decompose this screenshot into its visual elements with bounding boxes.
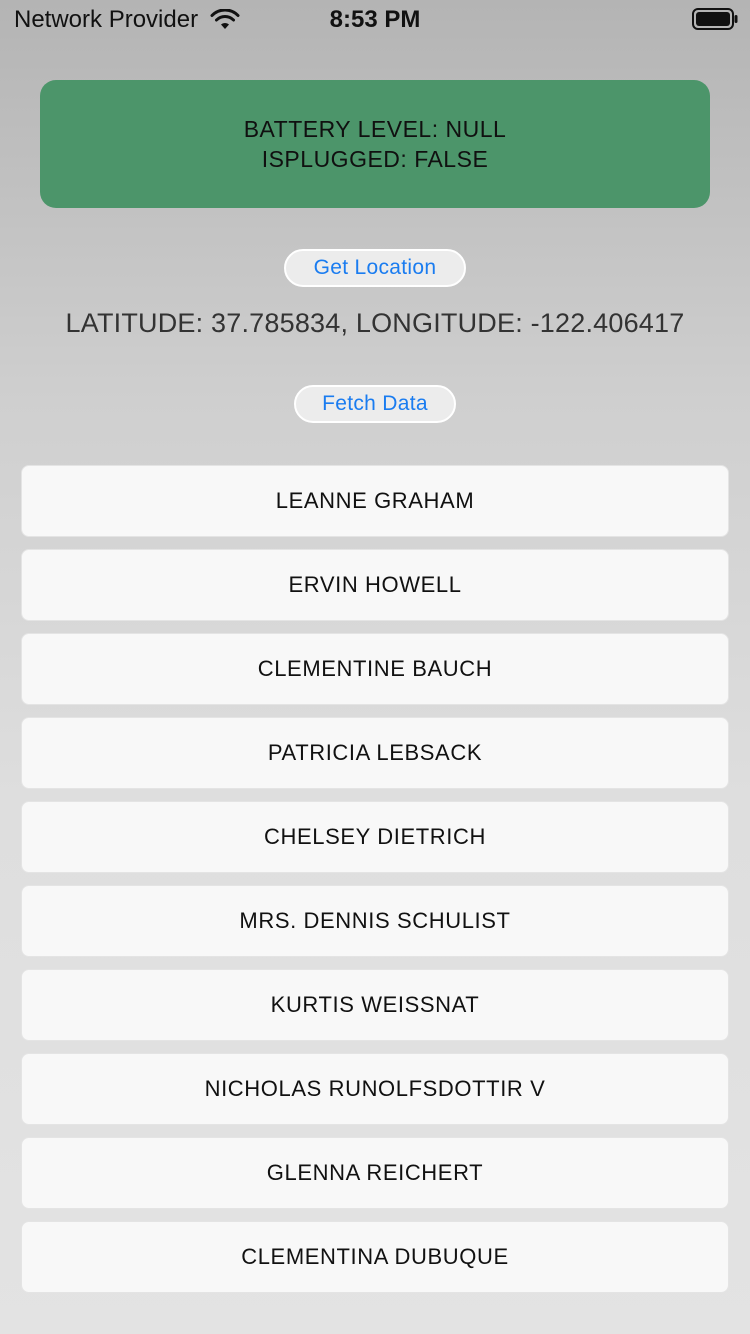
list-item[interactable]: CHELSEY DIETRICH [21,801,729,873]
status-time: 8:53 PM [329,6,421,33]
coordinates-text: LATITUDE: 37.785834, LONGITUDE: -122.406… [65,308,685,338]
list-item[interactable]: GLENNA REICHERT [21,1137,729,1209]
get-location-button[interactable]: Get Location [284,249,466,287]
list-item[interactable]: NICHOLAS RUNOLFSDOTTIR V [21,1053,729,1125]
list-item[interactable]: MRS. DENNIS SCHULIST [21,885,729,957]
fetch-data-button[interactable]: Fetch Data [294,385,456,423]
battery-status-card: BATTERY LEVEL: NULL ISPLUGGED: FALSE [40,80,710,208]
battery-icon [692,8,738,30]
list-item[interactable]: LEANNE GRAHAM [21,465,729,537]
plugged-status-text: ISPLUGGED: FALSE [261,146,489,172]
list-item[interactable]: CLEMENTINA DUBUQUE [21,1221,729,1293]
status-bar: Network Provider 8:53 PM [0,0,750,40]
list-item[interactable]: PATRICIA LEBSACK [21,717,729,789]
user-list: LEANNE GRAHAM ERVIN HOWELL CLEMENTINE BA… [21,465,729,1305]
list-item[interactable]: KURTIS WEISSNAT [21,969,729,1041]
list-item[interactable]: CLEMENTINE BAUCH [21,633,729,705]
battery-level-text: BATTERY LEVEL: NULL [243,116,507,142]
list-item[interactable]: ERVIN HOWELL [21,549,729,621]
